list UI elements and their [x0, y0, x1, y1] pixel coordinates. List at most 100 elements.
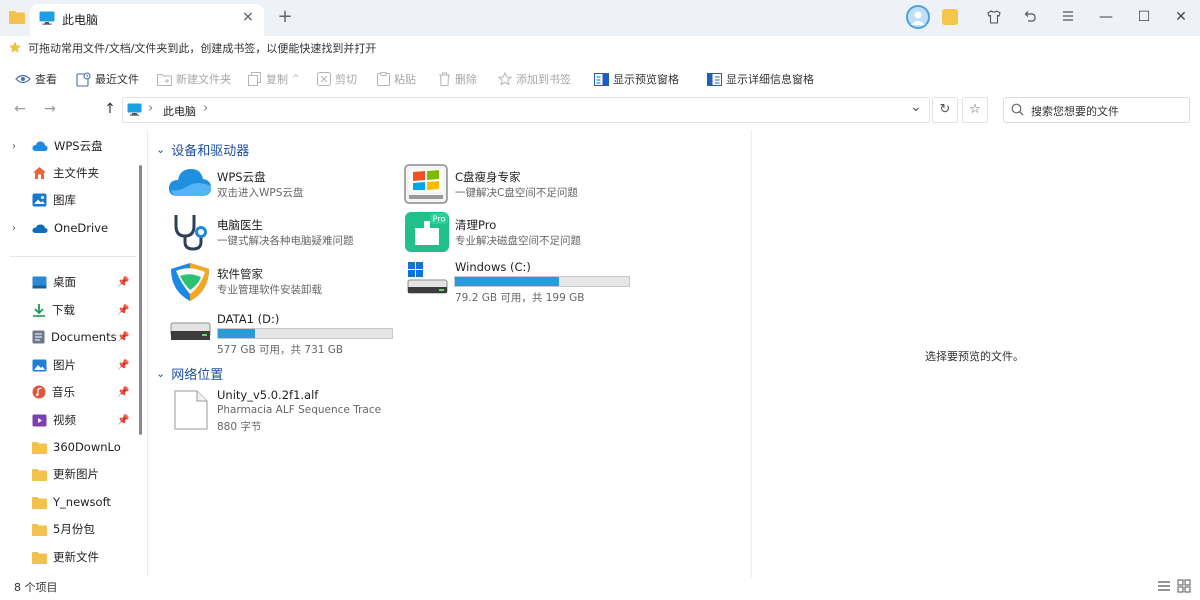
sidebar-item-wps-cloud[interactable]: WPS云盘	[32, 135, 103, 157]
sidebar-item-folder[interactable]: 更新图片	[32, 463, 99, 485]
paste-label: 粘贴	[394, 73, 416, 86]
paste-button[interactable]: 粘贴	[377, 70, 416, 88]
cleaner-pro-icon[interactable]: Pro	[404, 211, 450, 256]
tab-close-icon[interactable]: ×	[240, 9, 256, 25]
cut-button[interactable]: 剪切	[317, 70, 357, 88]
wps-cloud-name[interactable]: WPS云盘	[217, 169, 266, 185]
windows-drive-name[interactable]: Windows (C:)	[455, 260, 531, 274]
stethoscope-icon[interactable]	[170, 212, 210, 255]
file-icon[interactable]	[174, 390, 208, 433]
sidebar-item-label: 音乐	[52, 385, 75, 399]
address-dropdown-icon[interactable]: ⌄	[910, 99, 922, 115]
section-network-header[interactable]: ⌄ 网络位置	[156, 364, 223, 383]
delete-button[interactable]: 删除	[438, 70, 477, 88]
pin-icon[interactable]: 📌	[117, 415, 129, 426]
close-button[interactable]: ✕	[1168, 6, 1194, 28]
search-icon	[1011, 103, 1024, 119]
pin-icon[interactable]: 📌	[117, 305, 129, 316]
sidebar-item-pictures[interactable]: 图片	[32, 354, 76, 376]
pc-doctor-name[interactable]: 电脑医生	[217, 217, 263, 233]
onedrive-icon	[32, 223, 48, 233]
download-icon	[33, 304, 45, 317]
pin-icon[interactable]: 📌	[117, 332, 129, 343]
address-bar[interactable]	[122, 97, 930, 123]
sidebar-item-desktop[interactable]: 桌面	[32, 271, 76, 293]
back-button[interactable]: ←	[11, 100, 29, 118]
copy-button[interactable]: 复制 ^	[248, 70, 300, 88]
skin-icon[interactable]	[986, 9, 1002, 28]
search-placeholder: 搜索您想要的文件	[1031, 105, 1119, 118]
delete-label: 删除	[455, 73, 477, 86]
sidebar-item-downloads[interactable]: 下载	[32, 299, 75, 321]
c-disk-cleaner-name[interactable]: C盘瘦身专家	[455, 169, 521, 185]
item-count: 8 个项目	[14, 581, 58, 594]
new-tab-button[interactable]: +	[276, 7, 294, 27]
sidebar-item-documents[interactable]: Documents	[32, 326, 117, 348]
sidebar-item-videos[interactable]: 视频	[32, 409, 76, 431]
breadcrumb-this-pc[interactable]: 此电脑	[163, 103, 196, 119]
pin-icon[interactable]: 📌	[117, 277, 129, 288]
breadcrumb-separator[interactable]: ›	[203, 101, 208, 116]
maximize-button[interactable]: ☐	[1131, 6, 1157, 28]
recent-label: 最近文件	[95, 73, 139, 86]
forward-button[interactable]: →	[41, 100, 59, 118]
sidebar-item-label: WPS云盘	[54, 139, 103, 153]
menu-icon[interactable]	[1061, 9, 1075, 26]
view-button[interactable]: 查看	[15, 70, 57, 88]
section-devices-header[interactable]: ⌄ 设备和驱动器	[156, 140, 249, 159]
data-drive-name[interactable]: DATA1 (D:)	[217, 312, 279, 326]
new-folder-label: 新建文件夹	[176, 73, 231, 86]
copy-icon	[248, 72, 261, 86]
software-manager-name[interactable]: 软件管家	[217, 266, 263, 282]
sidebar-item-home[interactable]: 主文件夹	[32, 162, 99, 184]
sidebar-item-folder[interactable]: 更新文件	[32, 546, 99, 568]
minimize-button[interactable]: —	[1093, 6, 1119, 28]
gallery-icon	[32, 193, 47, 207]
pin-icon[interactable]: 📌	[117, 360, 129, 371]
new-folder-button[interactable]: 新建文件夹	[157, 70, 231, 88]
star-icon	[498, 72, 512, 86]
cleaner-pro-name[interactable]: 清理Pro	[455, 217, 496, 233]
sidebar-item-music[interactable]: 音乐	[32, 381, 75, 403]
sidebar-item-onedrive[interactable]: OneDrive	[32, 217, 108, 239]
data-drive-icon[interactable]	[170, 322, 212, 347]
sidebar-item-label: 图库	[53, 193, 76, 207]
wps-cloud-icon[interactable]	[168, 166, 212, 201]
refresh-button[interactable]: ↻	[932, 97, 958, 123]
sidebar-item-label: 更新文件	[53, 550, 99, 564]
undo-icon[interactable]	[1022, 9, 1038, 28]
vip-icon[interactable]	[942, 9, 958, 25]
sidebar-item-label: 更新图片	[53, 467, 99, 481]
windows-drive-desc: 79.2 GB 可用，共 199 GB	[455, 292, 585, 304]
c-disk-cleaner-icon[interactable]	[404, 164, 448, 207]
expand-icon[interactable]: ›	[12, 223, 22, 234]
sidebar-item-label: 图片	[53, 358, 76, 372]
cut-icon	[317, 72, 331, 86]
sidebar-item-gallery[interactable]: 图库	[32, 189, 76, 211]
bookmark-hint-icon	[8, 41, 22, 57]
add-bookmark-button[interactable]: 添加到书签	[498, 70, 571, 88]
show-details-pane-button[interactable]: 显示详细信息窗格	[707, 70, 814, 88]
recent-files-button[interactable]: 最近文件	[76, 70, 139, 88]
software-manager-desc: 专业管理软件安装卸载	[217, 284, 322, 296]
sidebar-item-label: OneDrive	[54, 221, 109, 235]
show-preview-pane-button[interactable]: 显示预览窗格	[594, 70, 679, 88]
preview-pane-divider[interactable]	[751, 130, 752, 578]
folder-icon	[32, 523, 47, 536]
network-file-name[interactable]: Unity_v5.0.2f1.alf	[217, 388, 318, 402]
software-manager-icon[interactable]	[168, 261, 212, 306]
sidebar-item-folder[interactable]: 5月份包	[32, 518, 95, 540]
grid-view-icon[interactable]	[1176, 578, 1192, 594]
bookmark-location-button[interactable]: ☆	[962, 97, 988, 123]
avatar[interactable]	[906, 5, 930, 29]
up-button[interactable]: ↑	[101, 100, 119, 118]
pin-icon[interactable]: 📌	[117, 387, 129, 398]
sidebar-item-folder[interactable]: Y_newsoft	[32, 491, 111, 513]
windows-drive-icon[interactable]	[406, 260, 448, 297]
document-icon	[32, 330, 45, 344]
sidebar-item-folder[interactable]: 360DownLo	[32, 436, 121, 458]
expand-icon[interactable]: ›	[12, 141, 22, 152]
folder-icon[interactable]	[9, 10, 25, 27]
list-view-icon[interactable]	[1156, 578, 1172, 594]
sidebar-scrollbar[interactable]	[139, 165, 142, 435]
